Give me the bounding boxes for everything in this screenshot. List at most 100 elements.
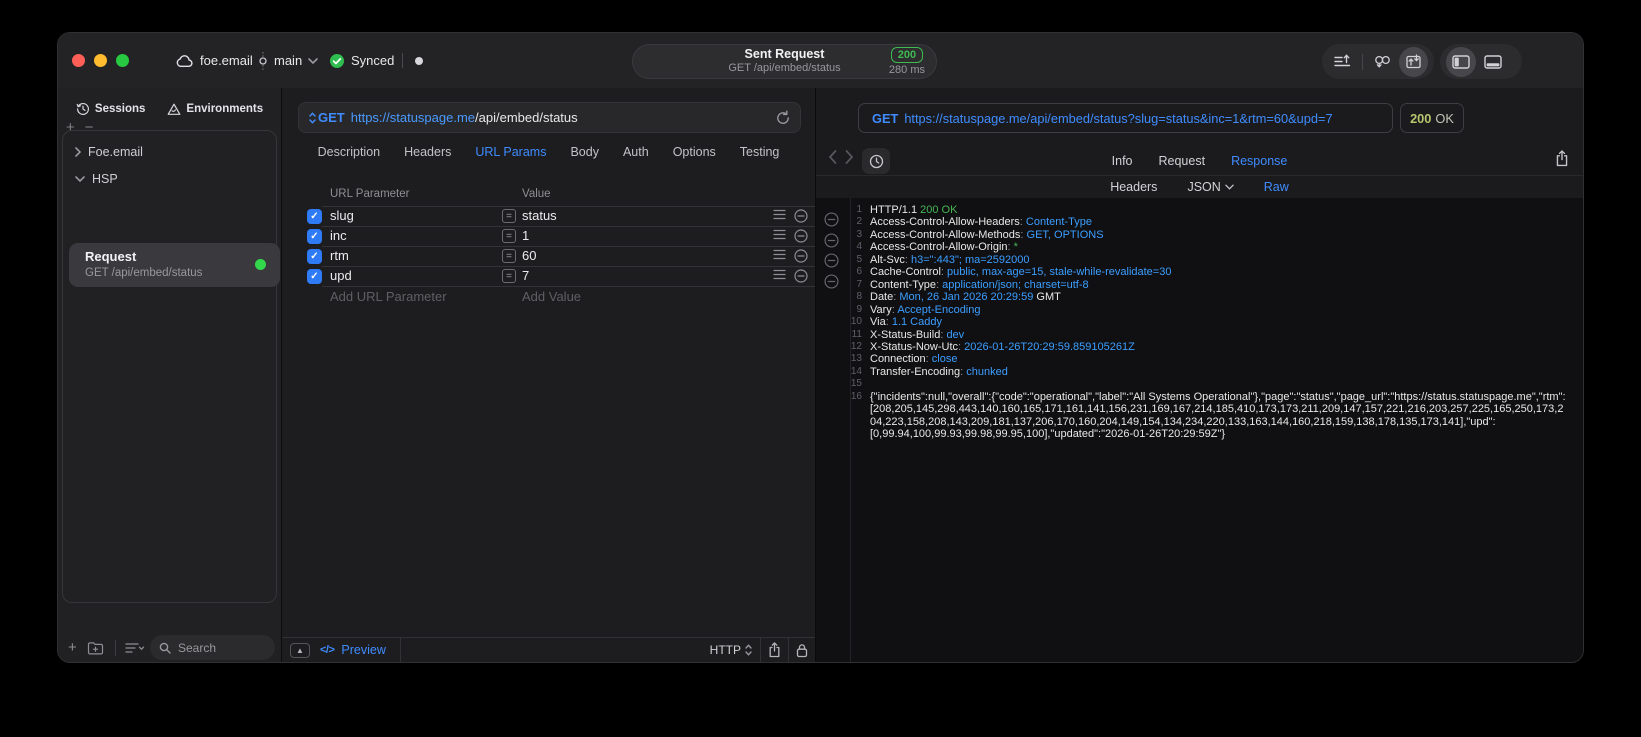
request-list-item-selected[interactable]: Request GET /api/embed/status [69, 243, 280, 287]
tab-request[interactable]: Request [1159, 154, 1206, 168]
code-line: 16 {"incidents":null,"overall":{"code":"o… [850, 390, 1566, 441]
remove-param-button[interactable] [794, 229, 808, 243]
flow-loop-button[interactable] [1368, 47, 1397, 77]
param-checkbox[interactable]: ✓ [307, 209, 322, 224]
param-value[interactable]: 1 [522, 228, 529, 243]
method-selector[interactable]: GET [309, 110, 345, 125]
resend-button[interactable] [776, 110, 790, 125]
footer-divider [760, 637, 761, 662]
remove-param-button[interactable] [794, 269, 808, 283]
search-input[interactable] [176, 639, 256, 656]
preview-label: Preview [341, 643, 386, 657]
code-line: 7 Content-Type: application/json; charset… [856, 278, 1089, 291]
share-response-button[interactable] [1555, 150, 1569, 167]
close-window-button[interactable] [72, 54, 85, 67]
search-icon [159, 642, 171, 654]
drag-handle-icon[interactable] [773, 209, 786, 220]
drag-handle-icon[interactable] [773, 269, 786, 280]
add-url-parameter-field[interactable]: Add URL Parameter [330, 289, 447, 304]
param-checkbox[interactable]: ✓ [307, 249, 322, 264]
remove-param-button[interactable] [794, 209, 808, 223]
tab-options[interactable]: Options [673, 145, 716, 169]
param-name[interactable]: rtm [330, 248, 349, 263]
tree-item-hsp[interactable]: HSP [75, 172, 118, 186]
lock-button[interactable] [796, 643, 808, 658]
param-name[interactable]: slug [330, 208, 354, 223]
param-row: ✓ upd = 7 [282, 266, 815, 286]
tab-environments[interactable]: Environments [167, 96, 263, 122]
equals-box-icon: = [502, 269, 516, 283]
params-table-header: URL Parameter Value [282, 188, 815, 206]
response-view-tabs: Headers JSON Raw [816, 176, 1583, 198]
view-headers[interactable]: Headers [1110, 180, 1157, 194]
response-status-box: 200 OK [1400, 103, 1464, 133]
remove-param-button[interactable] [794, 249, 808, 263]
view-raw[interactable]: Raw [1264, 180, 1289, 194]
titlebar: foe.email main Synced Sent Request GET /… [58, 33, 1583, 88]
preview-button[interactable]: </> Preview [320, 643, 386, 657]
code-line: 11 X-Status-Build: dev [851, 328, 965, 341]
commit-icon [258, 51, 268, 70]
list-chevron-icon [125, 642, 144, 653]
sync-status-label: Synced [351, 53, 395, 68]
protocol-selector[interactable]: HTTP [710, 643, 752, 657]
tab-body[interactable]: Body [570, 145, 599, 169]
export-list-button[interactable] [1328, 47, 1357, 77]
sessions-panel: Foe.email HSP Request GET /api/embed/sta… [62, 130, 280, 603]
equals-box-icon: = [502, 249, 516, 263]
new-request-button[interactable]: + [68, 639, 77, 656]
param-checkbox[interactable]: ✓ [307, 229, 322, 244]
param-name[interactable]: inc [330, 228, 347, 243]
protocol-label: HTTP [709, 643, 741, 657]
tab-info[interactable]: Info [1112, 154, 1133, 168]
tree-item-label: HSP [92, 172, 118, 186]
code-line: 1 HTTP/1.1 200 OK [856, 204, 958, 216]
tab-headers[interactable]: Headers [404, 145, 451, 169]
code-line: 4 Access-Control-Allow-Origin: * [856, 241, 1018, 254]
request-pane: GET https://statuspage.me/api/embed/stat… [282, 88, 815, 662]
collapse-pane-button[interactable]: ▲ [290, 642, 310, 658]
tab-auth[interactable]: Auth [623, 145, 649, 169]
tab-response[interactable]: Response [1231, 154, 1287, 168]
view-json-selector[interactable]: JSON [1187, 180, 1234, 194]
drag-handle-icon[interactable] [773, 249, 786, 260]
screen: foe.email main Synced Sent Request GET /… [0, 0, 1641, 737]
add-value-field[interactable]: Add Value [522, 289, 581, 304]
drag-handle-icon[interactable] [773, 229, 786, 240]
tab-description[interactable]: Description [318, 145, 381, 169]
sync-status[interactable]: Synced [329, 33, 394, 88]
view-json-label: JSON [1187, 180, 1221, 194]
list-up-arrow-icon [1334, 54, 1351, 67]
toolbar-group-left [1322, 44, 1434, 79]
code-line: 6 Cache-Control: public, max-age=15, stal… [856, 266, 1172, 279]
param-name[interactable]: upd [330, 268, 352, 283]
sent-request-pill[interactable]: Sent Request GET /api/embed/status 200 2… [632, 44, 937, 79]
minimize-window-button[interactable] [94, 54, 107, 67]
folder-plus-icon [87, 641, 103, 654]
request-url-bar[interactable]: GET https://statuspage.me/api/embed/stat… [298, 102, 801, 133]
tab-sessions-label: Sessions [94, 103, 146, 115]
new-folder-button[interactable] [87, 641, 104, 655]
param-value[interactable]: status [522, 208, 557, 223]
branch-selector[interactable]: main [258, 33, 318, 88]
param-value[interactable]: 60 [522, 248, 536, 263]
cycle-box-icon [1406, 54, 1421, 69]
toolbar-group-right [1440, 44, 1522, 79]
view-options-button[interactable] [125, 642, 145, 654]
tab-url-params[interactable]: URL Params [475, 145, 546, 169]
sidebar-search[interactable] [150, 635, 275, 660]
zoom-window-button[interactable] [116, 54, 129, 67]
project-cloud-group[interactable]: foe.email [175, 33, 253, 88]
sent-request-title: Sent Request [744, 46, 825, 61]
request-response-panel-button[interactable] [1399, 46, 1429, 77]
param-checkbox[interactable]: ✓ [307, 269, 322, 284]
toggle-sidebar-button[interactable] [1446, 46, 1476, 77]
add-param-row: Add URL Parameter Add Value [282, 286, 815, 306]
sent-request-subtitle: GET /api/embed/status [728, 62, 841, 75]
code-line: 10 Via: 1.1 Caddy [850, 316, 942, 329]
param-value[interactable]: 7 [522, 268, 529, 283]
share-request-button[interactable] [768, 642, 781, 658]
toggle-bottom-panel-button[interactable] [1478, 47, 1508, 77]
tree-item-foe-email[interactable]: Foe.email [75, 145, 143, 159]
tab-testing[interactable]: Testing [740, 145, 780, 169]
